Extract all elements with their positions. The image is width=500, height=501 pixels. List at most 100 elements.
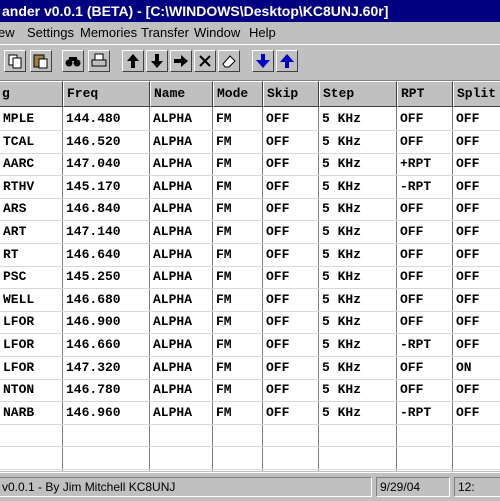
move-up-icon[interactable] [122, 50, 144, 72]
cell-rpt[interactable]: OFF [397, 265, 455, 288]
cell-mode[interactable]: FM [213, 333, 265, 356]
cell-step[interactable]: 5 KHz [319, 378, 399, 401]
print-icon[interactable] [88, 50, 110, 72]
cell-mode[interactable]: FM [213, 130, 265, 153]
cell-split[interactable]: OFF [453, 288, 500, 311]
menu-help[interactable]: Help [249, 22, 276, 44]
paste-icon[interactable] [30, 50, 52, 72]
cell-step[interactable]: 5 KHz [319, 152, 399, 175]
cell-skip[interactable]: OFF [263, 401, 321, 424]
download-icon[interactable] [252, 50, 274, 72]
cell-skip[interactable]: OFF [263, 265, 321, 288]
cell-name[interactable]: ALPHA [150, 310, 215, 333]
cell-split[interactable]: OFF [453, 152, 500, 175]
cell-tag[interactable]: MPLE [0, 107, 65, 130]
cell-tag[interactable]: TCAL [0, 130, 65, 153]
cell-step[interactable]: 5 KHz [319, 220, 399, 243]
cell-skip[interactable]: OFF [263, 107, 321, 130]
cell-rpt[interactable]: OFF [397, 107, 455, 130]
memory-grid[interactable]: g Freq Name Mode Skip Step RPT Split MPL… [0, 80, 500, 471]
move-right-icon[interactable] [170, 50, 192, 72]
cell-step[interactable]: 5 KHz [319, 197, 399, 220]
cell-name[interactable]: ALPHA [150, 401, 215, 424]
cell-skip[interactable]: OFF [263, 378, 321, 401]
table-row[interactable]: TCAL 146.520 ALPHA FM OFF 5 KHz OFF OFF [0, 130, 500, 154]
cell-rpt[interactable]: -RPT [397, 401, 455, 424]
find-icon[interactable] [62, 50, 84, 72]
upload-icon[interactable] [276, 50, 298, 72]
cell-freq[interactable]: 147.140 [63, 220, 152, 243]
cell-rpt[interactable]: OFF [397, 356, 455, 379]
cell-tag[interactable]: RT [0, 243, 65, 266]
table-row[interactable]: WELL 146.680 ALPHA FM OFF 5 KHz OFF OFF [0, 288, 500, 312]
cell-split[interactable]: OFF [453, 197, 500, 220]
header-tag[interactable]: g [0, 81, 63, 107]
cell-rpt[interactable]: OFF [397, 220, 455, 243]
cell-freq[interactable]: 146.660 [63, 333, 152, 356]
cell-tag[interactable]: AARC [0, 152, 65, 175]
cell-freq[interactable]: 144.480 [63, 107, 152, 130]
cell-rpt[interactable]: OFF [397, 197, 455, 220]
cell-step[interactable]: 5 KHz [319, 288, 399, 311]
cell-name[interactable]: ALPHA [150, 356, 215, 379]
cell-name[interactable]: ALPHA [150, 265, 215, 288]
menu-view[interactable]: ew [0, 22, 15, 44]
cell-name[interactable]: ALPHA [150, 243, 215, 266]
cell-mode[interactable]: FM [213, 310, 265, 333]
cell-skip[interactable]: OFF [263, 197, 321, 220]
cell-freq[interactable]: 146.520 [63, 130, 152, 153]
header-freq[interactable]: Freq [63, 81, 150, 107]
menu-window[interactable]: Window [194, 22, 240, 44]
cell-mode[interactable]: FM [213, 288, 265, 311]
cell-mode[interactable]: FM [213, 152, 265, 175]
cell-tag[interactable]: LFOR [0, 356, 65, 379]
cell-skip[interactable]: OFF [263, 220, 321, 243]
cell-split[interactable]: OFF [453, 175, 500, 198]
cell-rpt[interactable]: OFF [397, 288, 455, 311]
table-row[interactable]: AARC 147.040 ALPHA FM OFF 5 KHz +RPT OFF [0, 152, 500, 177]
header-name[interactable]: Name [150, 81, 213, 107]
table-row[interactable] [0, 423, 500, 448]
cell-freq[interactable]: 146.680 [63, 288, 152, 311]
cell-tag[interactable]: NARB [0, 401, 65, 424]
move-down-icon[interactable] [146, 50, 168, 72]
table-row[interactable]: RT 146.640 ALPHA FM OFF 5 KHz OFF OFF [0, 243, 500, 267]
cell-split[interactable]: OFF [453, 243, 500, 266]
cell-tag[interactable]: RTHV [0, 175, 65, 198]
cell-split[interactable]: OFF [453, 333, 500, 356]
cell-split[interactable]: OFF [453, 265, 500, 288]
cell-name[interactable]: ALPHA [150, 107, 215, 130]
cell-skip[interactable]: OFF [263, 356, 321, 379]
cell-rpt[interactable]: +RPT [397, 152, 455, 175]
cell-mode[interactable]: FM [213, 401, 265, 424]
cell-name[interactable]: ALPHA [150, 378, 215, 401]
cell-name[interactable]: ALPHA [150, 220, 215, 243]
cell-mode[interactable]: FM [213, 175, 265, 198]
cell-rpt[interactable]: OFF [397, 130, 455, 153]
cell-skip[interactable]: OFF [263, 130, 321, 153]
table-row[interactable]: PSC 145.250 ALPHA FM OFF 5 KHz OFF OFF [0, 265, 500, 290]
header-mode[interactable]: Mode [213, 81, 263, 107]
table-row[interactable]: ARS 146.840 ALPHA FM OFF 5 KHz OFF OFF [0, 197, 500, 222]
cell-split[interactable]: OFF [453, 107, 500, 130]
cell-freq[interactable]: 146.840 [63, 197, 152, 220]
title-bar[interactable]: ander v0.0.1 (BETA) - [C:\WINDOWS\Deskto… [0, 0, 500, 22]
cell-mode[interactable]: FM [213, 197, 265, 220]
cell-skip[interactable]: OFF [263, 243, 321, 266]
cell-name[interactable]: ALPHA [150, 197, 215, 220]
cell-mode[interactable]: FM [213, 378, 265, 401]
cell-tag[interactable]: ART [0, 220, 65, 243]
cell-freq[interactable]: 146.960 [63, 401, 152, 424]
cell-split[interactable]: ON [453, 356, 500, 379]
cell-name[interactable]: ALPHA [150, 288, 215, 311]
cell-freq[interactable]: 145.250 [63, 265, 152, 288]
cell-rpt[interactable]: -RPT [397, 333, 455, 356]
cell-rpt[interactable]: OFF [397, 243, 455, 266]
cell-mode[interactable]: FM [213, 243, 265, 266]
table-row[interactable]: LFOR 147.320 ALPHA FM OFF 5 KHz OFF ON [0, 356, 500, 380]
cell-skip[interactable]: OFF [263, 288, 321, 311]
cell-tag[interactable]: PSC [0, 265, 65, 288]
cell-name[interactable]: ALPHA [150, 333, 215, 356]
cell-split[interactable]: OFF [453, 401, 500, 424]
cell-step[interactable]: 5 KHz [319, 401, 399, 424]
